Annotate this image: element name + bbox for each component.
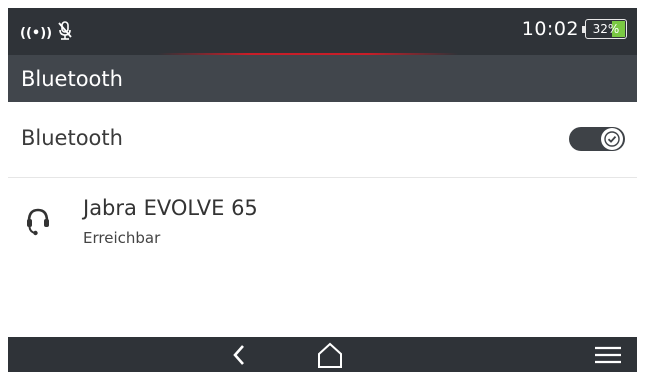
status-bar: ((•)) 10:02 32% [8, 8, 637, 55]
navigation-bar [8, 337, 637, 372]
back-icon [233, 344, 244, 365]
device-list-item[interactable]: Jabra EVOLVE 65 Erreichbar [8, 178, 637, 258]
bluetooth-toggle[interactable] [569, 127, 625, 151]
device-name: Jabra EVOLVE 65 [83, 196, 258, 220]
home-button[interactable] [313, 337, 347, 372]
bluetooth-setting-label: Bluetooth [21, 126, 123, 150]
home-icon [318, 342, 342, 368]
mic-muted-icon [58, 21, 72, 45]
menu-button[interactable] [591, 337, 625, 372]
signal-icon: ((•)) [20, 25, 53, 41]
battery-percent: 32% [592, 22, 620, 36]
clock: 10:02 [521, 18, 579, 40]
battery-indicator: 32% [582, 19, 627, 39]
page-title: Bluetooth [21, 67, 123, 91]
title-bar: Bluetooth [8, 55, 637, 102]
device-screen: ((•)) 10:02 32% Bluetooth Bluetooth Jabr… [8, 8, 637, 372]
headset-icon [25, 206, 51, 240]
bluetooth-setting-row[interactable]: Bluetooth [8, 102, 637, 178]
back-button[interactable] [224, 337, 254, 372]
device-status: Erreichbar [83, 229, 161, 247]
checkmark-icon [604, 131, 620, 147]
menu-icon [595, 346, 621, 363]
toggle-knob [601, 128, 623, 150]
